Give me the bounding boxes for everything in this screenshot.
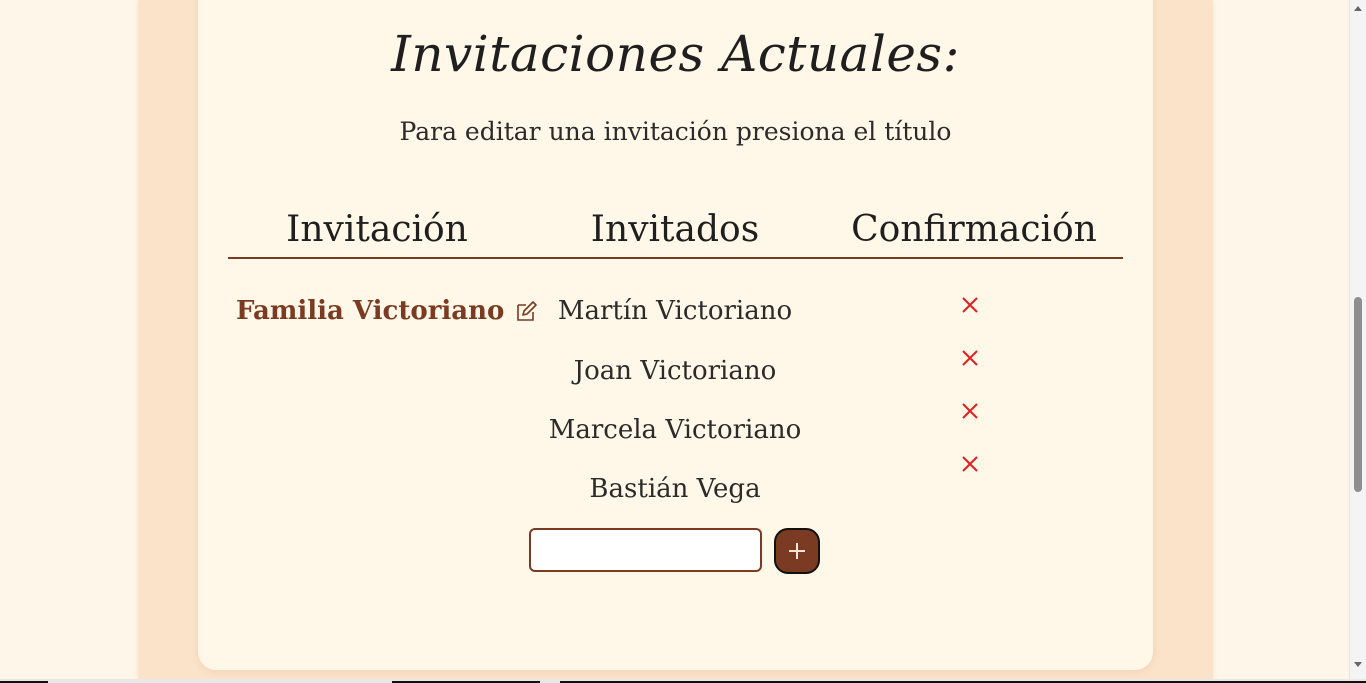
guest-name: Joan Victoriano xyxy=(573,356,777,386)
not-confirmed-x-icon[interactable] xyxy=(958,399,982,423)
taskbar-edge xyxy=(0,679,1366,683)
not-confirmed-x-icon[interactable] xyxy=(958,293,982,317)
header-confirmacion: Confirmación xyxy=(851,209,1097,250)
invitation-title-link[interactable]: Familia Victoriano xyxy=(236,296,538,326)
page-title: Invitaciones Actuales: xyxy=(391,25,960,83)
guest-name: Marcela Victoriano xyxy=(548,415,802,445)
scrollbar-thumb[interactable] xyxy=(1354,297,1362,492)
vertical-scrollbar[interactable] xyxy=(1349,0,1366,679)
not-confirmed-x-icon[interactable] xyxy=(958,452,982,476)
guest-name: Bastián Vega xyxy=(589,474,761,504)
scroll-up-arrow-icon[interactable] xyxy=(1350,2,1366,14)
header-invitacion: Invitación xyxy=(286,209,468,250)
plus-icon xyxy=(789,543,805,559)
not-confirmed-x-icon[interactable] xyxy=(958,346,982,370)
guest-name: Martín Victoriano xyxy=(557,296,793,326)
new-guest-input[interactable] xyxy=(529,528,762,572)
page-subtitle: Para editar una invitación presiona el t… xyxy=(399,117,952,146)
scroll-down-arrow-icon[interactable] xyxy=(1350,659,1366,671)
invitations-card: Invitaciones Actuales: Para editar una i… xyxy=(198,0,1153,670)
invitation-name: Familia Victoriano xyxy=(236,296,505,326)
header-invitados: Invitados xyxy=(590,209,760,250)
table-header: Invitación Invitados Confirmación xyxy=(228,209,1123,259)
add-guest-button[interactable] xyxy=(774,528,820,574)
page-background: Invitaciones Actuales: Para editar una i… xyxy=(0,0,1349,679)
